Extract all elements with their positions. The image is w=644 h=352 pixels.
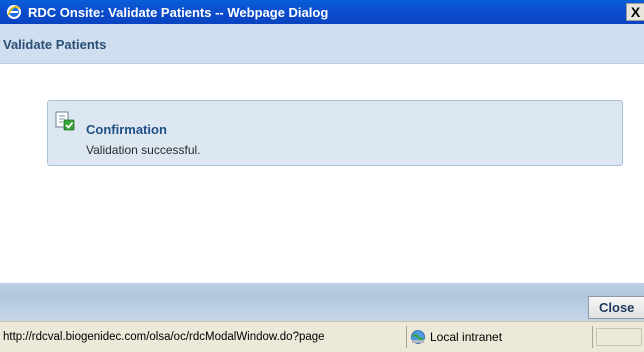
document-check-icon — [54, 111, 76, 131]
dialog-content: Confirmation Validation successful. — [0, 64, 644, 283]
status-divider — [406, 326, 407, 348]
page-header: Validate Patients — [0, 24, 644, 64]
status-panel — [596, 328, 642, 346]
confirmation-title: Confirmation — [86, 122, 167, 137]
dialog-footer: Close — [0, 283, 644, 321]
status-divider — [592, 326, 593, 348]
close-button[interactable]: Close — [588, 296, 644, 319]
confirmation-panel: Confirmation Validation successful. — [47, 100, 623, 166]
status-url: http://rdcval.biogenidec.com/olsa/oc/rdc… — [3, 331, 325, 343]
status-bar: http://rdcval.biogenidec.com/olsa/oc/rdc… — [0, 321, 644, 352]
security-zone: Local intranet — [410, 326, 590, 348]
confirmation-message: Validation successful. — [86, 143, 201, 157]
window-close-button[interactable]: X — [626, 3, 644, 21]
ie-icon — [6, 4, 22, 20]
window-title: RDC Onsite: Validate Patients -- Webpage… — [28, 4, 329, 20]
local-intranet-icon — [410, 329, 426, 345]
window-titlebar: RDC Onsite: Validate Patients -- Webpage… — [0, 0, 644, 24]
page-title: Validate Patients — [3, 37, 107, 52]
zone-label: Local intranet — [430, 330, 503, 344]
